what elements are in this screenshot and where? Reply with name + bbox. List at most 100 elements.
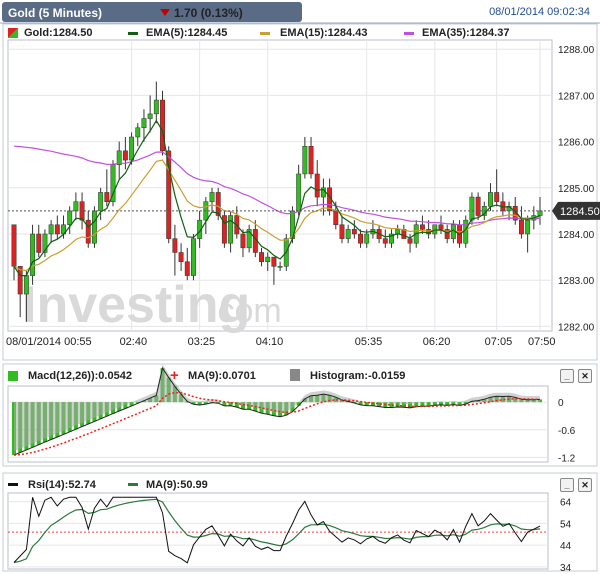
rsi-y-tick-label: 44 [560,541,572,552]
candle-body [382,238,388,244]
candle-body [265,256,271,262]
candle-body [432,224,438,235]
candle-body [135,127,141,138]
candle-body [333,210,339,226]
candle-body [36,233,42,253]
price-y-tick-label: 1282.00 [558,322,595,333]
candle-body [296,173,302,212]
down-arrow-icon [160,9,170,16]
candle-body [153,99,159,115]
price-x-tick-label: 07:05 [485,336,513,348]
legend-ema15: EMA(15):1284.43 [280,27,368,39]
price-y-tick-label: 1285.00 [558,184,595,195]
price-y-tick-label: 1284.00 [558,230,595,241]
candle-body [419,224,425,230]
price-x-tick-label: 06:20 [423,336,451,348]
candle-body [240,233,246,249]
price-swatch-icon [8,28,18,38]
ema5-swatch-icon [128,32,138,35]
macd-y-tick-label: -1.2 [558,453,576,464]
candle-body [191,238,196,276]
candle-body [364,233,370,244]
histogram-swatch-icon [290,369,300,381]
macd-minimize-button[interactable]: _ [560,369,574,383]
rsi-swatch-icon [8,483,18,486]
price-y-tick-label: 1283.00 [558,276,595,287]
candle-body [141,118,147,129]
candle-body [91,210,97,244]
chart-header: Gold (5 Minutes) 1.70 (0.13%) 08/01/2014… [0,0,600,24]
candle-body [122,150,128,161]
candle-body [438,224,444,230]
instrument-title: Gold (5 Minutes) [8,6,102,20]
macd-y-tick-label: -0.6 [558,426,576,437]
legend-ema35: EMA(35):1284.37 [422,27,510,39]
candle-body [215,192,221,216]
rsi-y-tick-label: 34 [560,563,572,574]
ema15-swatch-icon [260,32,270,35]
candle-body [488,192,493,207]
rsi-panel-frame [7,492,549,570]
candle-body [209,192,215,202]
candle-body [302,145,308,175]
price-y-tick-label: 1287.00 [558,91,595,102]
candle-body [469,196,475,221]
rsi-y-tick-label: 64 [560,498,572,509]
watermark-suffix: .com [208,292,282,330]
price-x-tick-label: 07:50 [528,336,556,348]
candle-body [537,210,543,216]
legend-price: Gold:1284.50 [24,27,93,39]
price-x-tick-label: 04:10 [256,336,284,348]
instrument-tab[interactable]: Gold (5 Minutes) 1.70 (0.13%) [2,2,302,22]
candle-body [314,173,320,198]
candle-body [308,145,314,175]
candle-body [178,252,184,262]
rsi-ma-swatch-icon [128,483,138,486]
candle-body [172,238,178,253]
legend-macd-ma: MA(9):0.0701 [188,370,256,382]
price-y-tick-label: 1286.00 [558,138,595,149]
candle-body [98,192,104,212]
price-y-tick-label: 1288.00 [558,45,595,56]
legend-macd: Macd(12,26)):0.0542 [28,370,132,382]
legend-ema5: EMA(5):1284.45 [146,27,228,39]
last-update-datetime: 08/01/2014 09:02:34 [489,6,590,18]
candle-body [463,219,469,244]
candle-body [339,224,345,239]
candle-body [54,224,60,235]
macd-y-tick-label: 0 [558,398,564,409]
macd-swatch-icon [8,371,18,381]
rsi-close-button[interactable]: ✕ [578,478,592,492]
candle-body [73,201,79,212]
legend-histogram: Histogram:-0.0159 [310,370,406,382]
candle-body [358,233,363,244]
candle-body [184,261,190,276]
candle-body [494,192,500,202]
candle-body [104,192,110,202]
price-change: 1.70 (0.13%) [174,6,243,20]
candle-body [277,266,283,268]
price-x-tick-label: 05:35 [355,336,383,348]
rsi-minimize-button[interactable]: _ [560,478,574,492]
candle-body [11,224,17,267]
candle-body [407,238,413,244]
price-x-tick-label: 08/01/2014 00:55 [6,336,92,348]
candle-body [518,219,524,235]
legend-rsi-ma: MA(9):50.99 [146,479,208,491]
candle-body [67,210,73,226]
candle-body [228,215,234,244]
last-price-badge-label: 1284.50 [560,206,600,218]
candle-body [475,196,481,216]
candle-body [147,113,153,119]
plus-icon: + [170,367,179,384]
candle-body [259,252,264,262]
macd-close-button[interactable]: ✕ [578,369,592,383]
candle-body [351,229,357,235]
candle-body [525,219,531,235]
candle-body [116,150,122,165]
candle-body [48,224,54,235]
candle-body [345,229,351,239]
candle-body [85,219,91,244]
rsi-y-tick-label: 54 [560,519,572,530]
candle-body [30,233,36,276]
